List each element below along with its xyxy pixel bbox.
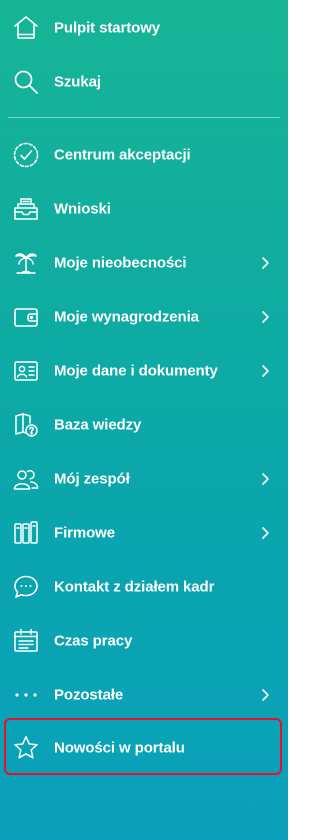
id-card-icon xyxy=(12,357,40,385)
menu-item-label: Firmowe xyxy=(54,524,115,542)
menu-item-label: Wnioski xyxy=(54,200,111,218)
menu-item-acceptance-center[interactable]: Centrum akceptacji xyxy=(0,128,288,182)
menu-item-knowledge-base[interactable]: Baza wiedzy xyxy=(0,398,288,452)
menu-item-my-team[interactable]: Mój zespół xyxy=(0,452,288,506)
menu-item-label: Pozostałe xyxy=(54,686,124,704)
calendar-list-icon xyxy=(12,627,40,655)
sidebar-menu: Pulpit startowy Szukaj Centrum akceptacj… xyxy=(0,0,288,840)
chevron-right-icon xyxy=(259,688,271,702)
menu-item-dashboard[interactable]: Pulpit startowy xyxy=(0,1,288,55)
menu-item-label: Moje nieobecności xyxy=(54,254,187,272)
menu-item-label: Moje dane i dokumenty xyxy=(54,362,218,380)
menu-item-label: Nowości w portalu xyxy=(54,739,185,757)
menu-item-label: Szukaj xyxy=(54,73,101,91)
star-icon xyxy=(12,734,40,762)
search-icon xyxy=(12,68,40,96)
menu-item-portal-news[interactable]: Nowości w portalu xyxy=(0,721,288,775)
chevron-right-icon xyxy=(259,364,271,378)
menu-item-label: Baza wiedzy xyxy=(54,416,142,434)
check-circle-icon xyxy=(12,141,40,169)
menu-item-requests[interactable]: Wnioski xyxy=(0,182,288,236)
menu-item-label: Kontakt z działem kadr xyxy=(54,578,215,596)
chevron-right-icon xyxy=(259,310,271,324)
menu-item-company[interactable]: Firmowe xyxy=(0,506,288,560)
menu-item-my-data-documents[interactable]: Moje dane i dokumenty xyxy=(0,344,288,398)
book-question-icon xyxy=(12,411,40,439)
chevron-right-icon xyxy=(259,256,271,270)
menu-item-label: Czas pracy xyxy=(54,632,133,650)
wallet-icon xyxy=(12,303,40,331)
menu-item-label: Mój zespół xyxy=(54,470,130,488)
menu-item-my-salary[interactable]: Moje wynagrodzenia xyxy=(0,290,288,344)
chat-bubble-icon xyxy=(12,573,40,601)
binders-icon xyxy=(12,519,40,547)
menu-item-other[interactable]: Pozostałe xyxy=(0,668,288,722)
inbox-tray-icon xyxy=(12,195,40,223)
menu-divider xyxy=(8,117,280,118)
home-icon xyxy=(12,14,40,42)
team-icon xyxy=(12,465,40,493)
menu-item-hr-contact[interactable]: Kontakt z działem kadr xyxy=(0,560,288,614)
menu-item-search[interactable]: Szukaj xyxy=(0,55,288,109)
chevron-right-icon xyxy=(259,526,271,540)
menu-item-work-time[interactable]: Czas pracy xyxy=(0,614,288,668)
menu-item-my-absences[interactable]: Moje nieobecności xyxy=(0,236,288,290)
more-dots-icon xyxy=(12,681,40,709)
menu-item-label: Moje wynagrodzenia xyxy=(54,308,199,326)
menu-item-label: Centrum akceptacji xyxy=(54,146,191,164)
menu-item-label: Pulpit startowy xyxy=(54,19,161,37)
chevron-right-icon xyxy=(259,472,271,486)
palm-tree-icon xyxy=(12,249,40,277)
